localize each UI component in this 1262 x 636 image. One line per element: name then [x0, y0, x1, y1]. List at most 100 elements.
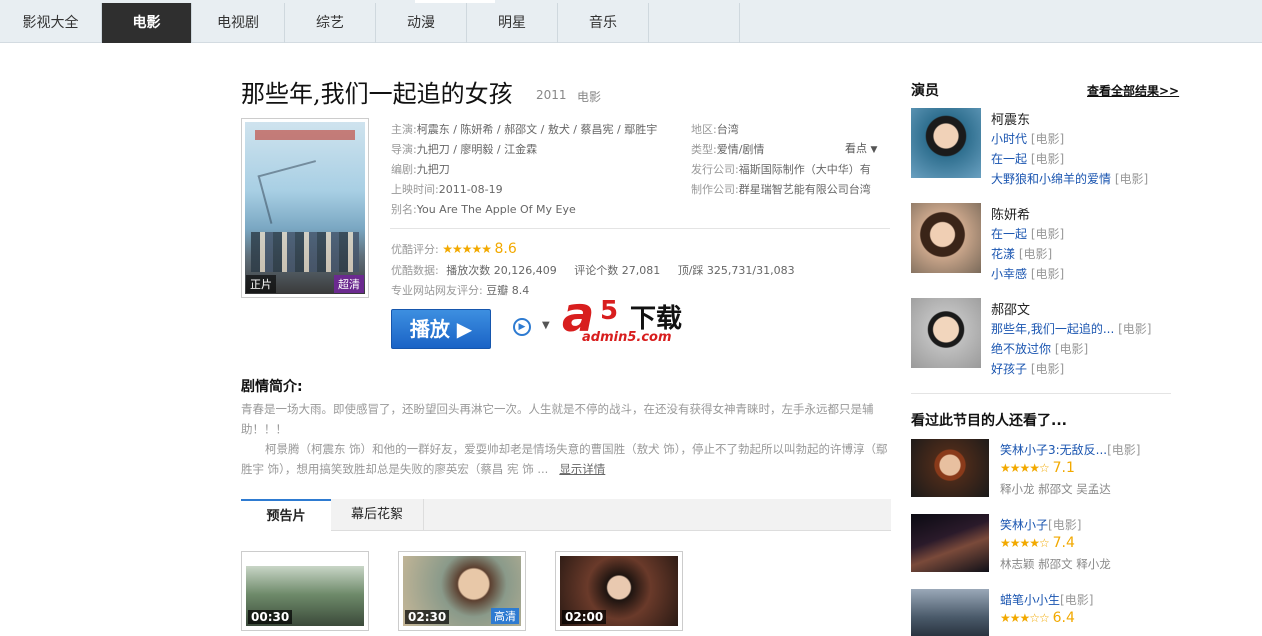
info-region: 地区:台湾: [691, 121, 739, 137]
trailer-thumb-2[interactable]: 02:30 高清: [398, 551, 526, 631]
actor-work-title[interactable]: 绝不放过你: [991, 342, 1051, 356]
also-watched-title: 看过此节目的人还看了...: [911, 413, 1067, 429]
actor-work-type: [电影]: [1030, 132, 1065, 146]
actor-work-type: [电影]: [1030, 362, 1065, 376]
actor-work-type: [电影]: [1030, 227, 1065, 241]
actor-work-title[interactable]: 在一起: [991, 227, 1027, 241]
watermark-logo: a 5 下载 admin5.com: [562, 290, 712, 350]
watermark-logo-url: admin5.com: [582, 330, 672, 345]
play-button[interactable]: 播放 ▶: [391, 309, 491, 349]
actor-work-title[interactable]: 小时代: [991, 132, 1027, 146]
info-director-value[interactable]: 九把刀 / 廖明毅 / 江金霖: [417, 143, 537, 156]
info-alias: 别名:You Are The Apple Of My Eye: [391, 201, 576, 217]
actor-work[interactable]: 大野狼和小绵羊的爱情 [电影]: [991, 170, 1148, 187]
trailer-thumb-1[interactable]: 00:30: [241, 551, 369, 631]
synopsis-para-2: 柯景腾（柯震东 饰）和他的一群好友，爱耍帅却老是情场失意的曹国胜（敖犬 饰），停…: [241, 439, 891, 479]
title-category[interactable]: 电影: [577, 88, 601, 105]
info-producer-value: 群星瑞智艺能有限公司台湾: [738, 183, 871, 196]
info-director-label: 导演:: [391, 143, 417, 156]
avatar[interactable]: [911, 108, 981, 178]
poster-badge-hd: 超清: [334, 275, 364, 293]
poster-art-scribble: [257, 160, 329, 224]
info-cast-value[interactable]: 柯震东 / 陈妍希 / 郝邵文 / 敖犬 / 蔡昌宪 / 鄢胜宇: [417, 123, 658, 136]
actor-work-type: [电影]: [1030, 267, 1065, 281]
actor-work[interactable]: 小时代 [电影]: [991, 130, 1064, 147]
trailer-duration: 02:30: [405, 610, 450, 624]
recommend-title[interactable]: 笑林小子[电影]: [1000, 516, 1081, 533]
recommend-title-text[interactable]: 笑林小子: [1000, 518, 1048, 532]
actor-work[interactable]: 小幸感 [电影]: [991, 265, 1064, 282]
recommend-thumb[interactable]: [911, 514, 989, 572]
recommend-thumb[interactable]: [911, 589, 989, 636]
actor-work[interactable]: 在一起 [电影]: [991, 225, 1064, 242]
nav-tab-music[interactable]: 音乐: [558, 3, 649, 43]
actor-work-title[interactable]: 在一起: [991, 152, 1027, 166]
watch-points-dropdown[interactable]: 看点 ▼: [845, 140, 877, 156]
actor-work-type: [电影]: [1030, 152, 1065, 166]
recommend-type: [电影]: [1048, 518, 1082, 532]
view-all-results-link[interactable]: 查看全部结果>>: [1087, 82, 1179, 99]
info-genre-value[interactable]: 爱情/剧情: [717, 143, 765, 156]
recommend-title-text[interactable]: 笑林小子3:无敌反...: [1000, 443, 1107, 457]
nav-tab-movie[interactable]: 电影: [102, 3, 192, 43]
actor-work-title[interactable]: 花漾: [991, 247, 1015, 261]
info-alias-value: You Are The Apple Of My Eye: [416, 203, 576, 216]
actor-name[interactable]: 陈妍希: [991, 204, 1030, 223]
nav-tab-empty: [649, 3, 740, 43]
recommend-title[interactable]: 笑林小子3:无敌反...[电影]: [1000, 441, 1141, 458]
actor-work-type: [电影]: [1054, 342, 1089, 356]
synopsis-title: 剧情简介:: [241, 379, 303, 395]
rating-stars-icon[interactable]: ★★★★★: [442, 242, 492, 256]
actor-work-title[interactable]: 小幸感: [991, 267, 1027, 281]
actor-work-title[interactable]: 大野狼和小绵羊的爱情: [991, 172, 1111, 186]
nav-tab-stars[interactable]: 明星: [467, 3, 558, 43]
info-publisher-value: 福斯国际制作（大中华）有: [738, 163, 871, 176]
info-alias-label: 别名:: [391, 203, 417, 216]
actor-name[interactable]: 郝邵文: [991, 299, 1030, 318]
likes-value: 325,731/31,083: [706, 264, 795, 277]
tab-trailers[interactable]: 预告片: [241, 499, 331, 531]
pro-rating-score: 8.4: [511, 284, 530, 297]
nav-tab-all[interactable]: 影视大全: [0, 3, 102, 43]
avatar[interactable]: [911, 203, 981, 273]
actor-work-type: [电影]: [1114, 172, 1149, 186]
likes-label: 顶/踩: [677, 264, 704, 277]
info-genre: 类型:爱情/剧情: [691, 141, 764, 157]
recommend-score: 6.4: [1052, 610, 1075, 626]
actor-work-title[interactable]: 好孩子: [991, 362, 1027, 376]
page-title: 那些年,我们一起追的女孩: [241, 80, 513, 108]
actor-work[interactable]: 绝不放过你 [电影]: [991, 340, 1088, 357]
info-region-value[interactable]: 台湾: [717, 123, 739, 136]
recommend-title-text[interactable]: 蜡笔小小生: [1000, 593, 1060, 607]
trailer-thumb-3[interactable]: 02:00: [555, 551, 683, 631]
pro-rating-site[interactable]: 豆瓣: [486, 284, 508, 297]
show-details-link[interactable]: 显示详情: [559, 462, 605, 476]
player-select-icon[interactable]: ▶: [513, 318, 531, 336]
actor-work[interactable]: 那些年,我们一起追的... [电影]: [991, 320, 1151, 337]
tab-behind-scenes[interactable]: 幕后花絮: [331, 499, 424, 531]
actor-name[interactable]: 柯震东: [991, 109, 1030, 128]
trailer-hd-badge: 高清: [491, 608, 519, 624]
info-release-label: 上映时间:: [391, 183, 439, 196]
actors-title: 演员: [911, 83, 939, 99]
rating-label: 优酷评分:: [391, 243, 439, 256]
comments-value[interactable]: 27,081: [622, 264, 661, 277]
actor-work-title[interactable]: 那些年,我们一起追的...: [991, 322, 1114, 336]
actor-work[interactable]: 在一起 [电影]: [991, 150, 1064, 167]
actor-work[interactable]: 花漾 [电影]: [991, 245, 1052, 262]
recommend-thumb[interactable]: [911, 439, 989, 497]
recommend-type: [电影]: [1107, 443, 1141, 457]
actor-work-type: [电影]: [1018, 247, 1053, 261]
watch-points-label: 看点: [845, 142, 867, 155]
recommend-title[interactable]: 蜡笔小小生[电影]: [1000, 591, 1093, 608]
avatar[interactable]: [911, 298, 981, 368]
movie-poster[interactable]: 正片 超清: [241, 118, 369, 298]
info-writer-value[interactable]: 九把刀: [417, 163, 450, 176]
chevron-down-icon[interactable]: ▼: [542, 320, 550, 331]
nav-tab-anime[interactable]: 动漫: [376, 3, 467, 43]
poster-badge-full: 正片: [246, 275, 276, 293]
nav-tab-variety[interactable]: 综艺: [285, 3, 376, 43]
actor-work[interactable]: 好孩子 [电影]: [991, 360, 1064, 377]
nav-tab-tv[interactable]: 电视剧: [192, 3, 285, 43]
star-rating-icon: ★★★☆☆: [1000, 611, 1050, 625]
